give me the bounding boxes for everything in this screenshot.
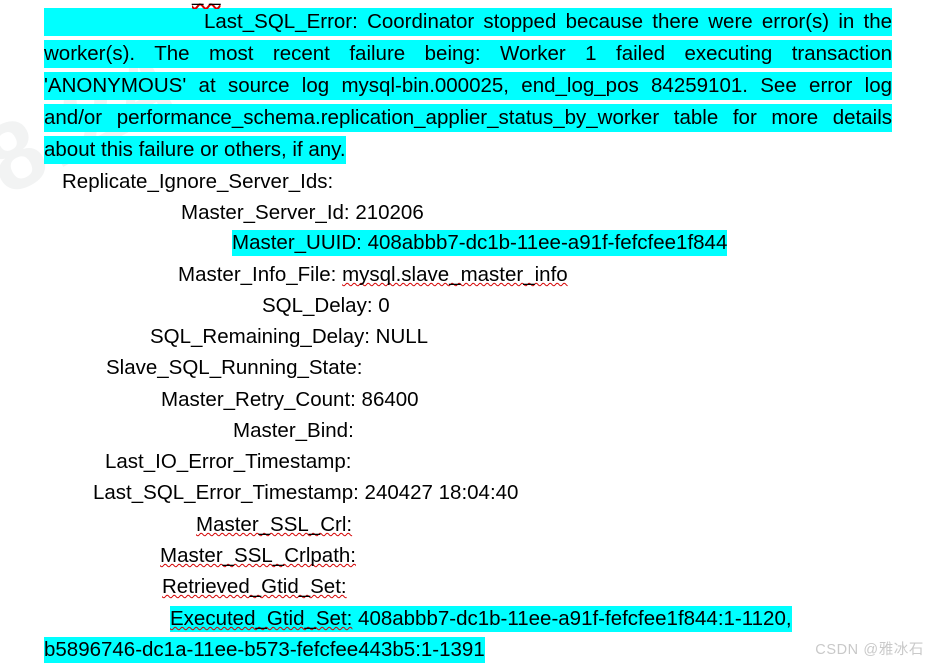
last-sql-error-message: Coordinator stopped because there were e… — [44, 10, 892, 161]
row-key: Slave_SQL_Running_State: — [106, 356, 363, 379]
row-key: Master_Info_File: — [178, 263, 337, 286]
row-value: NULL — [375, 325, 429, 348]
row-key: Replicate_Ignore_Server_Ids: — [62, 170, 334, 193]
csdn-author-credit: CSDN @雅冰石 — [815, 642, 924, 658]
row-value: 86400 — [361, 388, 419, 411]
row-key: Master_SSL_Crl: — [196, 513, 353, 536]
row-key: Master_UUID: — [232, 231, 362, 254]
last-sql-error-label: Last_SQL_Error: — [204, 10, 358, 33]
row-value: 408abbb7-dc1b-11ee-a91f-fefcfee1f844 — [367, 231, 728, 254]
row-master-bind: Master_Bind: — [233, 417, 354, 445]
row-master-ssl-crl: Master_SSL_Crl: — [196, 511, 352, 539]
row-value: mysql.slave_master_info — [342, 263, 568, 286]
row-last-io-error-timestamp: Last_IO_Error_Timestamp: — [105, 448, 351, 476]
row-master-uuid: Master_UUID: 408abbb7-dc1b-11ee-a91f-fef… — [232, 229, 728, 257]
row-value: 210206 — [355, 201, 424, 224]
row-master-retry-count: Master_Retry_Count: 86400 — [161, 386, 419, 414]
row-key: Last_IO_Error_Timestamp: — [105, 450, 352, 473]
row-key: Master_Bind: — [233, 419, 354, 442]
row-value: 0 — [378, 294, 390, 317]
row-key: Retrieved_Gtid_Set: — [162, 575, 347, 598]
row-sql-delay: SQL_Delay: 0 — [262, 292, 390, 320]
document-body: _ _ Last_SQL_Error: Coordinator stopped … — [0, 0, 936, 669]
row-executed-gtid-set-line1: Executed_Gtid_Set: 408abbb7-dc1b-11ee-a9… — [170, 605, 792, 633]
row-key: Last_SQL_Error_Timestamp: — [93, 481, 359, 504]
row-master-server-id: Master_Server_Id: 210206 — [181, 199, 424, 227]
clipped-top-row-fragment: _ _ — [192, 0, 221, 7]
row-value: 240427 18:04:40 — [364, 481, 519, 504]
clipped-top-row: _ _ — [0, 0, 936, 9]
row-last-sql-error-timestamp: Last_SQL_Error_Timestamp: 240427 18:04:4… — [93, 479, 518, 507]
row-key: Master_Retry_Count: — [161, 388, 356, 411]
row-master-ssl-crlpath: Master_SSL_Crlpath: — [160, 542, 356, 570]
row-key: Master_SSL_Crlpath: — [160, 544, 356, 567]
row-retrieved-gtid-set: Retrieved_Gtid_Set: — [162, 573, 347, 601]
row-master-info-file: Master_Info_File: mysql.slave_master_inf… — [178, 261, 568, 289]
row-value-part2: b5896746-dc1a-11ee-b573-fefcfee443b5:1-1… — [44, 638, 485, 661]
row-key: SQL_Remaining_Delay: — [150, 325, 370, 348]
row-key: Master_Server_Id: — [181, 201, 350, 224]
row-sql-remaining-delay: SQL_Remaining_Delay: NULL — [150, 323, 428, 351]
row-replicate-ignore-server-ids: Replicate_Ignore_Server_Ids: — [62, 168, 333, 196]
row-slave-sql-running-state: Slave_SQL_Running_State: — [106, 354, 362, 382]
row-key: SQL_Delay: — [262, 294, 373, 317]
row-executed-gtid-set-line2: b5896746-dc1a-11ee-b573-fefcfee443b5:1-1… — [44, 636, 485, 664]
row-value-part1: 408abbb7-dc1b-11ee-a91f-fefcfee1f844:1-1… — [358, 607, 792, 630]
last-sql-error-block: Last_SQL_Error: Coordinator stopped beca… — [44, 6, 892, 166]
row-key: Executed_Gtid_Set: — [170, 607, 353, 630]
